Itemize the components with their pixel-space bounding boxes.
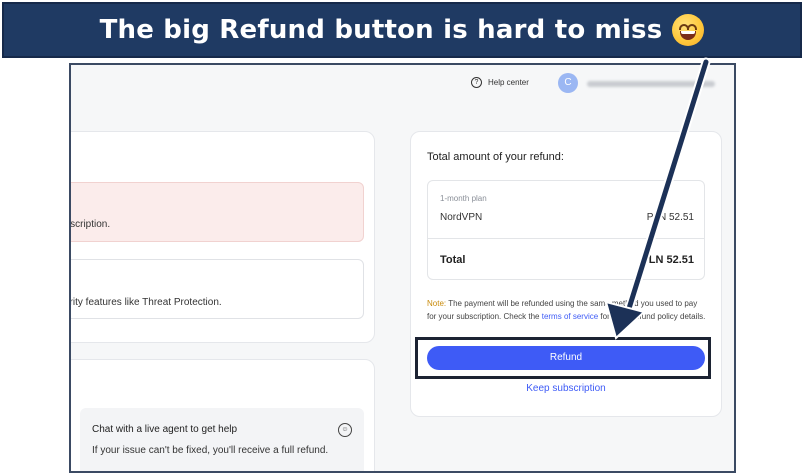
live-chat-box[interactable]: Chat with a live agent to get help If yo… <box>80 408 364 471</box>
top-bar: ? Help center C <box>71 65 734 105</box>
total-label: Total <box>440 254 466 266</box>
help-center-link[interactable]: ? Help center <box>471 77 529 88</box>
terms-of-service-link[interactable]: terms of service <box>542 312 598 321</box>
account-email-blurred <box>587 81 715 87</box>
caption-banner: The big Refund button is hard to miss <box>2 2 802 58</box>
feature-option-box[interactable]: curity features like Threat Protection. <box>69 259 364 319</box>
support-agent-icon: ☺ <box>338 423 352 437</box>
help-center-label: Help center <box>488 78 529 87</box>
keep-subscription-link[interactable]: Keep subscription <box>411 383 721 394</box>
alert-text: ubscription. <box>70 219 111 230</box>
grinning-face-emoji-icon <box>672 14 705 46</box>
note-text-2: for more refund policy details. <box>598 311 706 321</box>
plan-name: NordVPN <box>440 212 483 223</box>
refund-title: Total amount of your refund: <box>427 151 564 163</box>
help-icon: ? <box>471 77 482 88</box>
note-label: Note: <box>427 299 447 308</box>
avatar[interactable]: C <box>558 73 578 93</box>
support-card: Chat with a live agent to get help If yo… <box>71 359 375 471</box>
caption-text: The big Refund button is hard to miss <box>99 15 663 45</box>
refund-button-highlight <box>415 337 711 379</box>
refund-summary: 1-month plan NordVPN PLN 52.51 Total PLN… <box>427 180 705 280</box>
screenshot-frame: ? Help center C s ubscription. curity fe… <box>69 63 736 473</box>
feature-option-text: curity features like Threat Protection. <box>69 297 222 308</box>
chat-title: Chat with a live agent to get help <box>92 424 238 435</box>
plan-label: 1-month plan <box>440 194 487 203</box>
refund-note: Note: The payment will be refunded using… <box>427 298 707 323</box>
chat-subtitle: If your issue can't be fixed, you'll rec… <box>92 445 329 456</box>
summary-divider <box>428 238 704 239</box>
total-value: PLN 52.51 <box>641 254 694 266</box>
cancellation-info-card: s ubscription. curity features like Thre… <box>69 131 375 343</box>
plan-price: PLN 52.51 <box>646 212 694 223</box>
warning-alert: s ubscription. <box>70 182 364 242</box>
